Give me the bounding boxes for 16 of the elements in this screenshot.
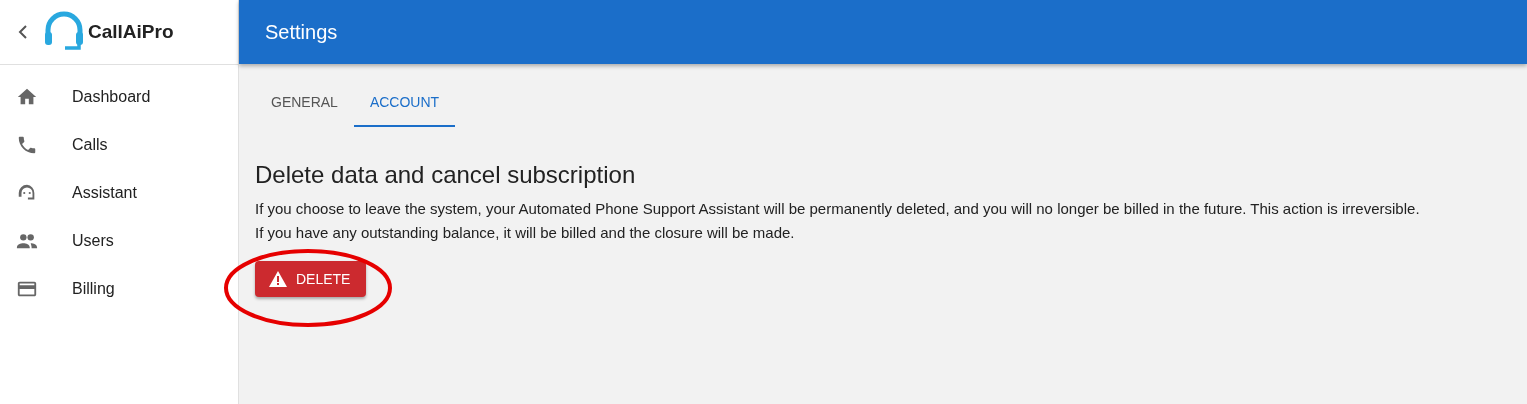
nav-item[interactable]: Assistant xyxy=(0,169,238,217)
nav-item[interactable]: Dashboard xyxy=(0,73,238,121)
tab[interactable]: GENERAL xyxy=(255,79,354,127)
tab[interactable]: ACCOUNT xyxy=(353,79,456,127)
warning-icon xyxy=(269,271,287,287)
description-text: If you have any outstanding balance, it will be billed and the closure will be made. xyxy=(255,223,795,243)
app-logo: CallAiPro xyxy=(88,21,174,43)
nav-item[interactable]: Users xyxy=(0,217,238,265)
back-icon[interactable] xyxy=(18,25,28,39)
description-text: If you choose to leave the system, your Automated Phone Support Assistant will be permanently deleted, and you will no longer be billed in the future. This action is irreversible. xyxy=(255,199,1420,219)
phone-icon xyxy=(16,134,38,156)
page-title: Settings xyxy=(265,20,338,44)
section-heading: Delete data and cancel subscription xyxy=(255,161,636,189)
delete-button[interactable]: DELETE xyxy=(255,261,367,297)
nav-item[interactable]: Billing xyxy=(0,265,238,313)
nav-item[interactable]: Calls xyxy=(0,121,238,169)
